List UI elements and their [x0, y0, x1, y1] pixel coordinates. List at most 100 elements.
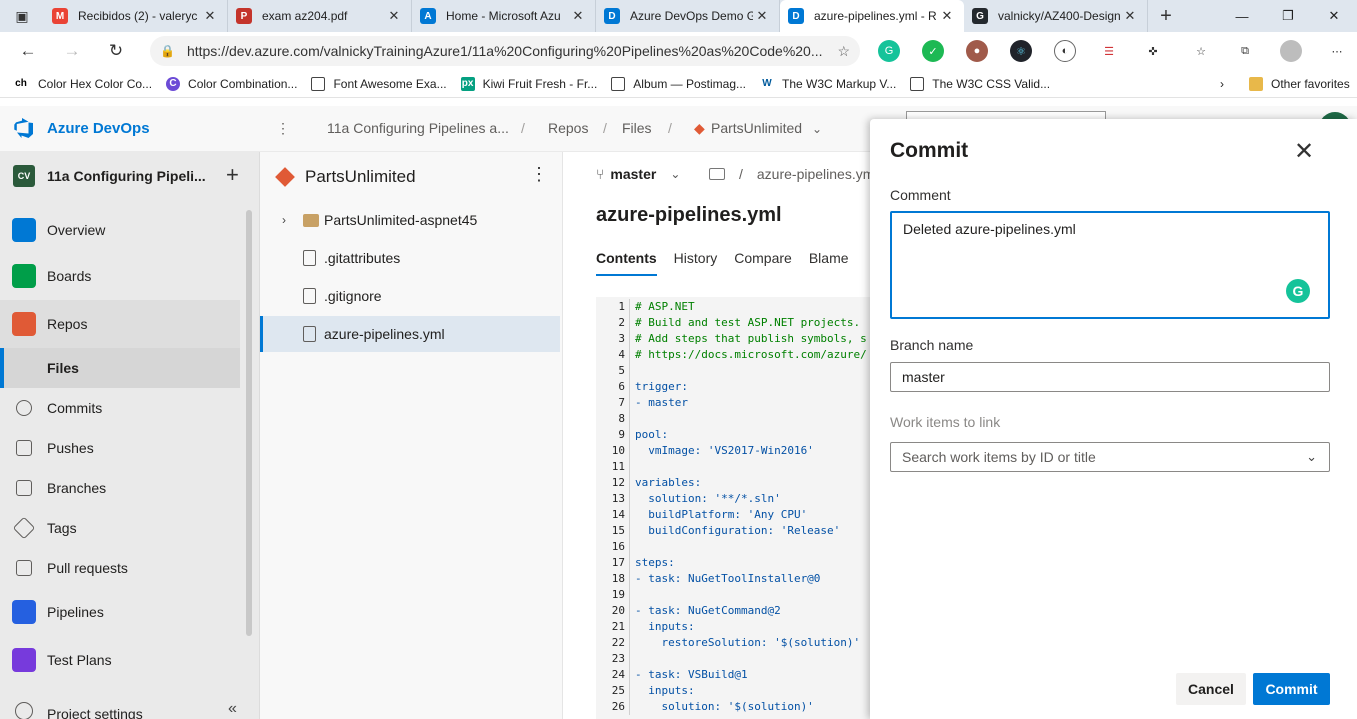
reload-icon[interactable]: ↻ — [94, 41, 138, 61]
nav-label: Pushes — [47, 440, 94, 456]
tab-close-icon[interactable]: ✕ — [385, 8, 403, 24]
azure-devops-logo-icon[interactable] — [13, 118, 35, 140]
react-extension-icon[interactable]: ⚛ — [1010, 40, 1032, 62]
favorite-item[interactable]: ch Color Hex Color Co... — [0, 77, 159, 91]
breadcrumb-repos[interactable]: Repos — [548, 120, 588, 136]
nav-commits[interactable]: Commits — [0, 388, 240, 428]
branch-name-input[interactable]: master — [890, 362, 1330, 392]
back-icon[interactable]: ← — [6, 41, 50, 61]
nav-tags[interactable]: Tags — [0, 508, 240, 548]
favorite-item[interactable]: Album — Postimag... — [604, 76, 753, 91]
tree-folder[interactable]: › PartsUnlimited-aspnet45 — [260, 202, 560, 238]
more-icon[interactable]: ⋮ — [530, 164, 548, 185]
browser-tab[interactable]: G valnicky/AZ400-Design ✕ — [964, 0, 1148, 32]
extension-icon[interactable]: ● — [966, 40, 988, 62]
nav-boards[interactable]: Boards — [0, 260, 240, 292]
browser-tab[interactable]: D Azure DevOps Demo G ✕ — [596, 0, 780, 32]
breadcrumb-project[interactable]: 11a Configuring Pipelines a... — [327, 120, 509, 136]
grammarly-extension-icon[interactable]: G — [878, 40, 900, 62]
nav-pull-requests[interactable]: Pull requests — [0, 548, 240, 588]
tab-close-icon[interactable]: ✕ — [569, 8, 587, 24]
tab-close-icon[interactable]: ✕ — [753, 8, 771, 24]
tab-close-icon[interactable]: ✕ — [1121, 8, 1139, 24]
favorite-item[interactable]: The W3C CSS Valid... — [903, 76, 1057, 91]
tab-actions-icon[interactable]: ▣ — [0, 0, 44, 32]
nav-overview[interactable]: Overview — [0, 214, 240, 246]
tab-contents[interactable]: Contents — [596, 250, 657, 276]
breadcrumb-repo[interactable]: PartsUnlimited — [711, 120, 802, 136]
line-text: inputs: — [635, 620, 695, 633]
check-extension-icon[interactable]: ✓ — [922, 40, 944, 62]
chevron-down-icon[interactable]: ⌄ — [1306, 449, 1317, 465]
tree-file-selected[interactable]: azure-pipelines.yml — [260, 316, 560, 352]
branch-selector[interactable]: ⑂ master ⌄ — [596, 166, 680, 182]
favorite-item[interactable]: px Kiwi Fruit Fresh - Fr... — [454, 76, 605, 91]
collapse-nav-icon[interactable]: « — [228, 700, 237, 718]
tree-file[interactable]: .gitignore — [260, 278, 560, 314]
collections-icon[interactable]: ⧉ — [1234, 40, 1256, 62]
extensions-puzzle-icon[interactable]: ✜ — [1142, 40, 1164, 62]
browser-tab[interactable]: P exam az204.pdf ✕ — [228, 0, 412, 32]
add-favorite-icon[interactable]: ☆ — [837, 43, 850, 60]
chevron-down-icon[interactable]: ⌄ — [812, 122, 822, 136]
cancel-button[interactable]: Cancel — [1176, 673, 1246, 705]
nav-scrollbar[interactable] — [246, 210, 252, 636]
extension-icon[interactable]: ◐ — [1054, 40, 1076, 62]
nav-test-plans[interactable]: Test Plans — [0, 644, 240, 676]
tree-file[interactable]: .gitattributes — [260, 240, 560, 276]
breadcrumb-files[interactable]: Files — [622, 120, 652, 136]
brand-name[interactable]: Azure DevOps — [47, 120, 150, 137]
w3c-icon: W — [762, 78, 772, 89]
profile-avatar[interactable] — [1280, 40, 1302, 62]
tab-compare[interactable]: Compare — [734, 250, 792, 276]
browser-tab[interactable]: M Recibidos (2) - valeryc ✕ — [44, 0, 228, 32]
nav-files[interactable]: Files — [0, 348, 240, 388]
window-close-icon[interactable]: ✕ — [1311, 0, 1357, 32]
other-favorites[interactable]: Other favorites — [1242, 76, 1357, 91]
nav-repos[interactable]: Repos — [0, 300, 240, 348]
more-icon[interactable]: ⋮ — [276, 120, 290, 137]
work-items-search[interactable]: Search work items by ID or title ⌄ — [890, 442, 1330, 472]
favorite-item[interactable]: W The W3C Markup V... — [753, 77, 903, 91]
grammarly-icon[interactable]: G — [1286, 279, 1310, 303]
url-field[interactable]: 🔒 https://dev.azure.com/valnickyTraining… — [150, 36, 860, 66]
folder-icon[interactable] — [709, 168, 725, 180]
tab-blame[interactable]: Blame — [809, 250, 849, 276]
project-header[interactable]: CV 11a Configuring Pipeli... + — [0, 152, 259, 200]
browser-tab[interactable]: A Home - Microsoft Azu ✕ — [412, 0, 596, 32]
extension-icon[interactable]: ☰ — [1098, 40, 1120, 62]
tab-close-icon[interactable]: ✕ — [938, 8, 956, 24]
nav-pushes[interactable]: Pushes — [0, 428, 240, 468]
nav-project-settings[interactable]: Project settings — [0, 700, 240, 719]
favorite-label: Font Awesome Exa... — [333, 76, 447, 91]
favorite-item[interactable]: C Color Combination... — [159, 76, 304, 91]
new-item-plus-icon[interactable]: + — [226, 162, 239, 188]
branch-icon: ⑂ — [596, 166, 605, 182]
close-icon[interactable]: ✕ — [1294, 137, 1314, 166]
repo-title[interactable]: PartsUnlimited — [275, 167, 416, 187]
more-menu-icon[interactable]: ⋯ — [1326, 40, 1348, 62]
code-viewer[interactable]: 1 # ASP.NET 2 # Build and test ASP.NET proj… — [596, 297, 876, 719]
new-tab-button[interactable]: + — [1148, 0, 1184, 32]
tab-close-icon[interactable]: ✕ — [201, 8, 219, 24]
project-name[interactable]: 11a Configuring Pipeli... — [47, 168, 206, 184]
nav-pipelines[interactable]: Pipelines — [0, 596, 240, 628]
code-line: 17 steps: — [596, 555, 876, 571]
line-text: vmImage: 'VS2017-Win2016' — [635, 444, 814, 457]
favorites-icon[interactable]: ☆ — [1190, 40, 1212, 62]
line-number: 22 — [596, 635, 630, 651]
pdf-icon: P — [236, 8, 252, 24]
nav-branches[interactable]: Branches — [0, 468, 240, 508]
favorites-overflow-icon[interactable]: › — [1213, 77, 1231, 91]
favorite-item[interactable]: Font Awesome Exa... — [304, 76, 453, 91]
minimize-icon[interactable]: — — [1219, 0, 1265, 32]
browser-tab-active[interactable]: D azure-pipelines.yml - R ✕ — [780, 0, 964, 32]
commit-button[interactable]: Commit — [1253, 673, 1330, 705]
path-file[interactable]: azure-pipelines.yml — [757, 166, 878, 182]
forward-icon[interactable]: → — [50, 41, 94, 61]
comment-textarea[interactable]: Deleted azure-pipelines.yml G — [890, 211, 1330, 319]
chevron-right-icon[interactable]: › — [282, 213, 286, 227]
line-text: - task: VSBuild@1 — [635, 668, 748, 681]
restore-icon[interactable]: ❐ — [1265, 0, 1311, 32]
tab-history[interactable]: History — [674, 250, 718, 276]
